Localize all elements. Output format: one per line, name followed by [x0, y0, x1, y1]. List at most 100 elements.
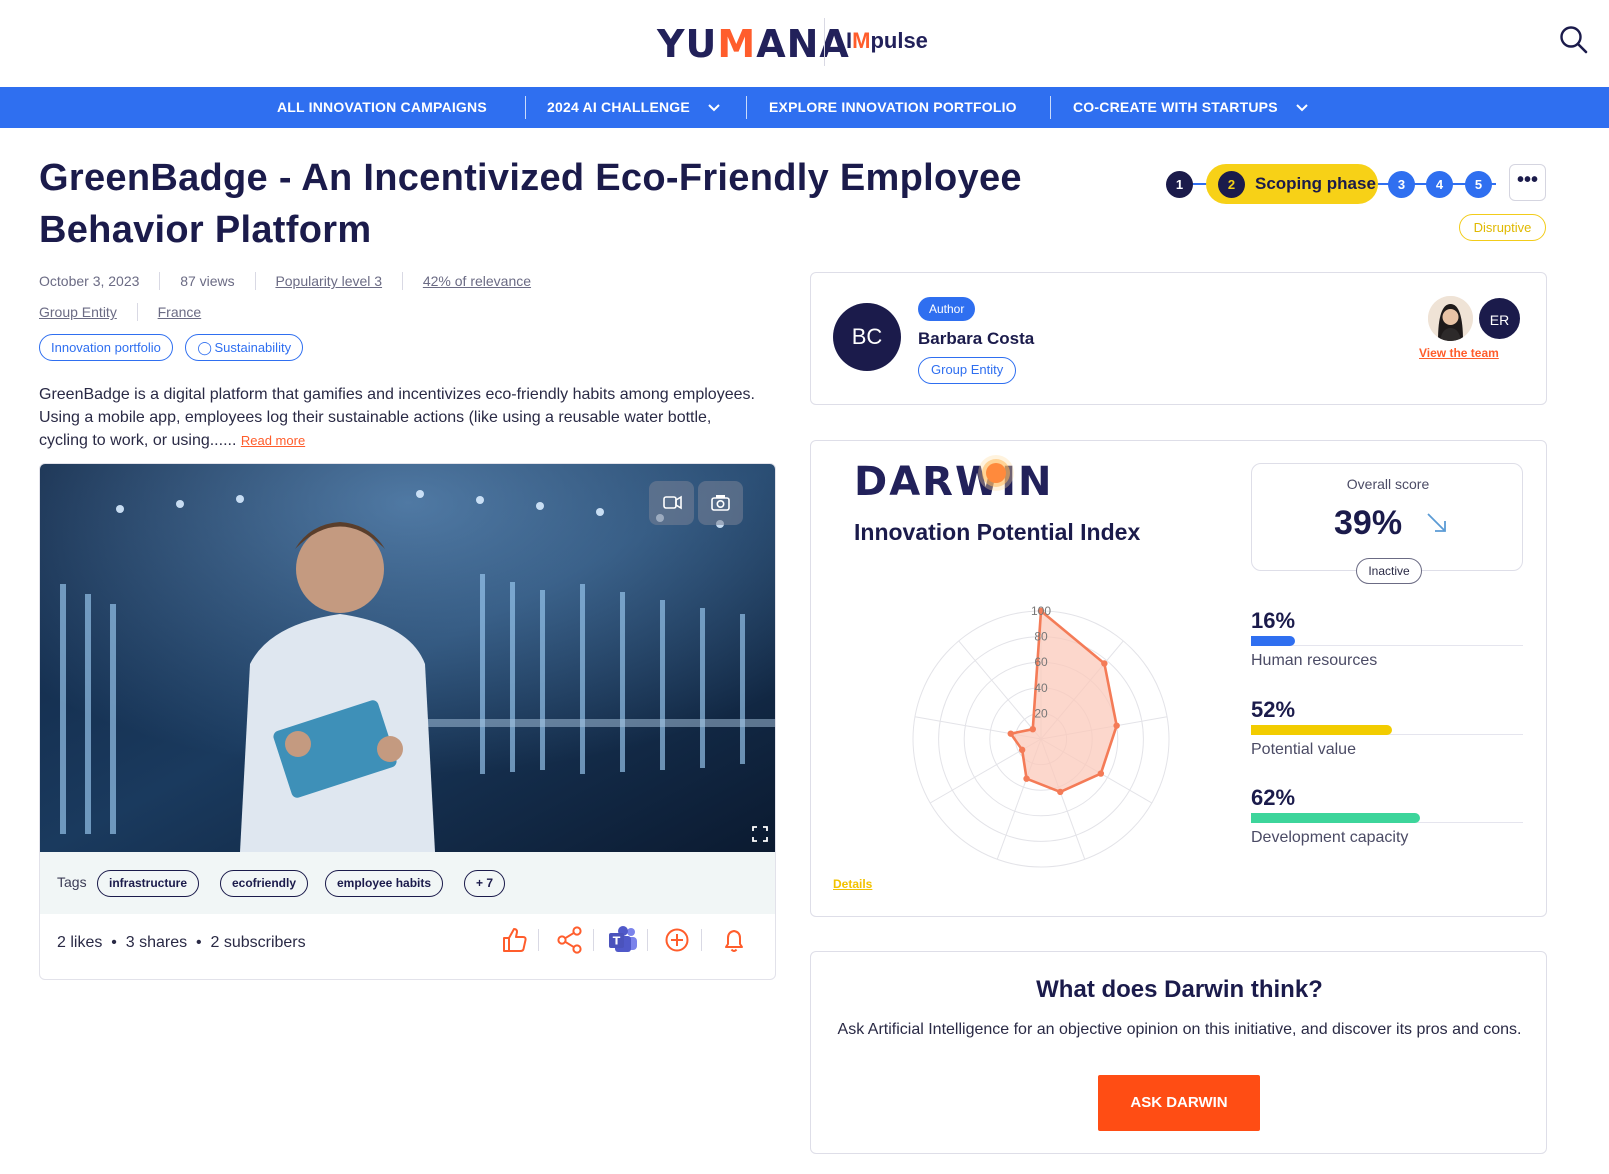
meta-divider — [401, 272, 403, 291]
chip-innovation-portfolio[interactable]: Innovation portfolio — [39, 334, 173, 361]
media-card: Tags infrastructure ecofriendly employee… — [39, 463, 776, 980]
impulse-logo[interactable]: IMpulse — [846, 28, 928, 54]
chevron-down-icon — [1296, 104, 1308, 112]
add-icon[interactable] — [659, 922, 695, 958]
country-link[interactable]: France — [158, 304, 202, 320]
tag-pill[interactable]: employee habits — [325, 870, 444, 897]
radar-chart: 20 40 60 80 100 — [912, 604, 1170, 868]
team-member-avatar[interactable]: ER — [1477, 296, 1522, 341]
nav-divider — [746, 96, 747, 119]
team-member-avatar[interactable] — [1428, 296, 1473, 341]
share-icon[interactable] — [552, 922, 588, 958]
yumana-logo[interactable]: YUMANA — [657, 22, 850, 66]
darwin-panel: DARWIN Innovation Potential Index 20 40 60… — [810, 440, 1547, 917]
overall-score-label: Overall score — [1346, 476, 1430, 492]
nav-item-all-campaigns[interactable]: ALL INNOVATION CAMPAIGNS — [277, 87, 487, 128]
metric-value: 52% — [1251, 697, 1296, 722]
page-title: GreenBadge - An Incentivized Eco-Friendl… — [39, 157, 1022, 251]
tag-pill[interactable]: infrastructure — [97, 870, 200, 897]
category-badge: Disruptive — [1459, 214, 1546, 241]
innovation-index-title: Innovation Potential Index — [854, 519, 1141, 545]
like-icon[interactable] — [496, 922, 532, 958]
camera-icon — [711, 495, 730, 511]
phase-step-3[interactable]: 3 — [1388, 171, 1415, 198]
metric-label: Potential value — [1251, 741, 1356, 758]
search-icon[interactable] — [1558, 24, 1590, 56]
video-icon — [663, 495, 682, 510]
overall-score-card: Overall score 39% Inactive — [1251, 463, 1523, 584]
fullscreen-icon[interactable] — [752, 826, 768, 842]
radar-point — [1018, 746, 1026, 754]
avatar[interactable]: BC — [833, 303, 901, 371]
author-panel: BC Author Barbara Costa Group Entity ER … — [810, 272, 1547, 405]
author-name[interactable]: Barbara Costa — [918, 329, 1034, 349]
radar-tick-label: 80 — [1034, 630, 1048, 644]
nav-item-explore-portfolio[interactable]: EXPLORE INNOVATION PORTFOLIO — [769, 87, 1017, 128]
teams-icon[interactable]: T — [605, 922, 641, 958]
phase-step-label: Scoping phase — [1255, 174, 1376, 193]
phase-step-5[interactable]: 5 — [1465, 171, 1492, 198]
tag-icon: ◯ — [197, 340, 215, 355]
nav-item-startups[interactable]: CO-CREATE WITH STARTUPS — [1073, 87, 1308, 128]
chip-sustainability[interactable]: ◯ Sustainability — [185, 334, 304, 361]
author-entity-chip[interactable]: Group Entity — [918, 357, 1017, 384]
darwin-logo: DARWIN — [854, 459, 1054, 505]
nav-item-ai-challenge[interactable]: 2024 AI CHALLENGE — [547, 87, 720, 128]
author-badge: Author — [918, 297, 976, 321]
radar-series-area — [1009, 609, 1118, 794]
view-team-link[interactable]: View the team — [1419, 346, 1499, 360]
status-badge: Inactive — [1356, 558, 1422, 584]
radar-point — [1113, 722, 1120, 729]
bell-icon[interactable] — [716, 922, 752, 958]
radar-tick-label: 20 — [1034, 706, 1048, 720]
relevance-link[interactable]: 42% of relevance — [423, 273, 531, 289]
metric-track — [1251, 813, 1523, 823]
idea-views: 87 views — [180, 273, 235, 290]
video-upload-button[interactable] — [649, 481, 694, 525]
overall-score-value: 39% — [1334, 504, 1403, 542]
metric-track — [1251, 636, 1523, 646]
more-tags-pill[interactable]: + 7 — [464, 870, 506, 897]
social-stats: 2 likes • 3 shares • 2 subscribers — [57, 934, 306, 951]
radar-point — [1007, 730, 1014, 737]
phase-step-4[interactable]: 4 — [1426, 171, 1453, 198]
metric-development-capacity: 62% Development capacity — [1251, 785, 1523, 847]
phase-stepper: 1 2 Scoping phase 3 4 5 — [1166, 164, 1516, 204]
radar-tick-label: 60 — [1034, 655, 1048, 669]
metric-human-resources: 16% Human resources — [1251, 608, 1523, 670]
logo-divider — [824, 18, 825, 66]
read-more-link[interactable]: Read more — [241, 433, 305, 448]
chip-label: Sustainability — [214, 340, 292, 355]
radar-point — [1097, 770, 1105, 777]
metric-value: 62% — [1251, 785, 1296, 810]
sun-icon — [986, 463, 1006, 483]
idea-chips: Innovation portfolio ◯ Sustainability — [39, 334, 311, 361]
entity-link[interactable]: Group Entity — [39, 304, 117, 320]
idea-description: GreenBadge is a digital platform that ga… — [39, 383, 764, 452]
trend-down-icon — [1427, 513, 1446, 532]
phase-step-active[interactable]: 2 Scoping phase — [1206, 164, 1378, 204]
main-nav: ALL INNOVATION CAMPAIGNS 2024 AI CHALLEN… — [0, 87, 1609, 128]
metric-potential-value: 52% Potential value — [1251, 697, 1523, 759]
metric-fill — [1251, 725, 1393, 735]
photo-upload-button[interactable] — [698, 481, 743, 525]
metric-fill — [1251, 813, 1420, 823]
radar-tick-label: 40 — [1034, 681, 1048, 695]
metric-label: Human resources — [1251, 652, 1378, 669]
idea-meta: October 3, 2023 87 views Popularity leve… — [39, 272, 531, 291]
action-divider — [647, 929, 648, 951]
ask-darwin-button[interactable]: ASK DARWIN — [1098, 1075, 1260, 1131]
svg-text:T: T — [613, 935, 621, 948]
metric-value: 16% — [1251, 608, 1296, 633]
popularity-link[interactable]: Popularity level 3 — [275, 273, 382, 289]
details-link[interactable]: Details — [833, 877, 872, 891]
phase-step-1[interactable]: 1 — [1166, 171, 1193, 198]
tag-pill[interactable]: ecofriendly — [220, 870, 309, 897]
top-header: YUMANA IMpulse — [0, 0, 1609, 88]
chevron-down-icon — [708, 104, 720, 112]
action-divider — [538, 929, 539, 951]
idea-date: October 3, 2023 — [39, 273, 140, 290]
ask-darwin-title: What does Darwin think? — [1036, 976, 1323, 1003]
more-options-button[interactable]: ••• — [1509, 164, 1546, 201]
tags-row: Tags infrastructure ecofriendly employee… — [40, 852, 775, 914]
